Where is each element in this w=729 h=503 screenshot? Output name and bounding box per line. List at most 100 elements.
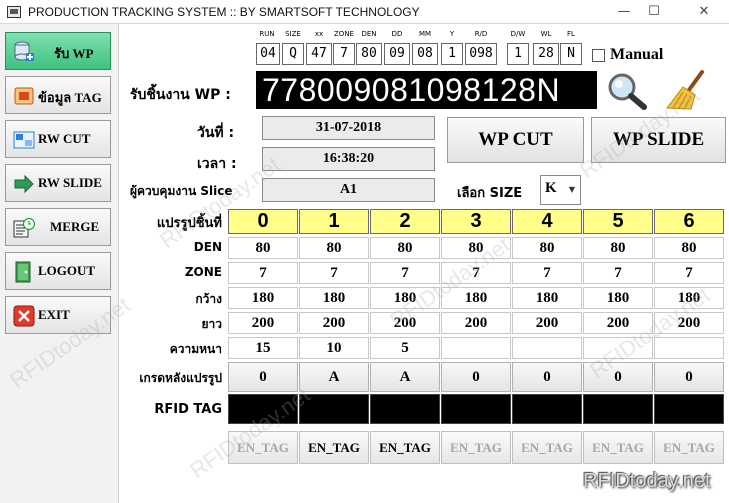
grid-cell[interactable]: 80 xyxy=(370,237,440,259)
grade-button[interactable]: A xyxy=(370,362,440,392)
code-field-mm[interactable]: 08 xyxy=(412,43,438,65)
search-button[interactable] xyxy=(602,70,650,110)
grade-button[interactable]: 0 xyxy=(512,362,582,392)
grid-cell[interactable]: 80 xyxy=(441,237,511,259)
code-field-run[interactable]: 04 xyxy=(256,43,280,65)
grid-cell[interactable]: 180 xyxy=(370,287,440,309)
code-field-den[interactable]: 80 xyxy=(356,43,382,65)
sidebar-item-label: LOGOUT xyxy=(38,263,96,278)
code-header-size: SIZE xyxy=(285,30,301,38)
grid-cell[interactable]: 15 xyxy=(228,337,298,359)
grid-cell[interactable] xyxy=(512,337,582,359)
grid-cell[interactable]: 200 xyxy=(654,312,724,334)
minimize-button[interactable]: — xyxy=(610,2,638,22)
column-header: 1 xyxy=(299,209,369,234)
supervisor-label: ผู้ควบคุมงาน Slice xyxy=(130,184,233,198)
maximize-button[interactable]: ☐ xyxy=(640,2,668,22)
grade-button[interactable]: 0 xyxy=(654,362,724,392)
grid-cell[interactable]: 7 xyxy=(299,262,369,284)
grid-cell[interactable]: 7 xyxy=(370,262,440,284)
grid-cell[interactable]: 180 xyxy=(228,287,298,309)
manual-checkbox[interactable] xyxy=(592,49,605,62)
grid-cell[interactable]: 5 xyxy=(370,337,440,359)
grid-cell[interactable]: 200 xyxy=(441,312,511,334)
rfid-tag-field xyxy=(299,394,369,424)
sidebar-item-exit[interactable]: EXIT xyxy=(5,296,111,334)
size-select-label: เลือก SIZE xyxy=(457,186,523,201)
row-label-thickness: ความหนา xyxy=(169,342,222,356)
date-field: 31-07-2018 xyxy=(262,116,435,140)
grade-button[interactable]: 0 xyxy=(583,362,653,392)
piece-number-label: แปรรูปชิ้นที่ xyxy=(156,216,222,231)
sidebar-item-logout[interactable]: LOGOUT xyxy=(5,252,111,290)
code-header-wl: WL xyxy=(540,30,552,38)
logout-door-icon xyxy=(15,261,31,283)
grade-button[interactable]: A xyxy=(299,362,369,392)
grid-cell[interactable]: 180 xyxy=(512,287,582,309)
code-header-mm: MM xyxy=(418,30,432,38)
row-label-zone: ZONE xyxy=(184,265,222,279)
wp-code-display[interactable]: 778009081098128N xyxy=(256,71,597,109)
grid-cell[interactable]: 200 xyxy=(228,312,298,334)
code-field-xx[interactable]: 47 xyxy=(306,43,332,65)
grid-cell[interactable]: 200 xyxy=(512,312,582,334)
column-header: 3 xyxy=(441,209,511,234)
code-field-wl[interactable]: 28 xyxy=(533,43,559,65)
en-tag-button[interactable]: EN_TAG xyxy=(512,431,582,464)
grid-cell[interactable] xyxy=(441,337,511,359)
code-header-dw: D/W xyxy=(510,30,526,38)
sidebar-item-rw-slide[interactable]: RW SLIDE xyxy=(5,164,111,202)
grid-cell[interactable]: 80 xyxy=(654,237,724,259)
grid-cell[interactable]: 200 xyxy=(583,312,653,334)
code-field-dd[interactable]: 09 xyxy=(384,43,410,65)
grid-cell[interactable]: 80 xyxy=(299,237,369,259)
en-tag-button[interactable]: EN_TAG xyxy=(228,431,298,464)
code-field-rd[interactable]: 098 xyxy=(465,43,497,65)
grid-cell[interactable]: 200 xyxy=(370,312,440,334)
grid-cell[interactable]: 7 xyxy=(654,262,724,284)
sidebar-item-rw-cut[interactable]: RW CUT xyxy=(5,120,111,158)
grid-cell[interactable]: 7 xyxy=(441,262,511,284)
en-tag-button[interactable]: EN_TAG xyxy=(583,431,653,464)
grid-cell[interactable]: 80 xyxy=(512,237,582,259)
code-field-dw[interactable]: 1 xyxy=(507,43,529,65)
column-header: 0 xyxy=(228,209,298,234)
sidebar-item-receive-wp[interactable]: รับ WP xyxy=(5,32,111,70)
grid-cell[interactable]: 180 xyxy=(441,287,511,309)
grid-cell[interactable]: 7 xyxy=(512,262,582,284)
en-tag-button[interactable]: EN_TAG xyxy=(370,431,440,464)
code-field-zone[interactable]: 7 xyxy=(333,43,355,65)
grid-cell[interactable]: 7 xyxy=(228,262,298,284)
code-header-xx: xx xyxy=(314,30,324,38)
sidebar-item-merge[interactable]: MERGE xyxy=(5,208,111,246)
size-select-value: K xyxy=(545,180,557,196)
grid-cell[interactable]: 180 xyxy=(654,287,724,309)
grid-cell[interactable]: 180 xyxy=(583,287,653,309)
grid-cell[interactable]: 10 xyxy=(299,337,369,359)
broom-icon xyxy=(666,70,704,110)
wp-cut-button[interactable]: WP CUT xyxy=(447,117,584,163)
grade-button[interactable]: 0 xyxy=(441,362,511,392)
grid-cell[interactable]: 180 xyxy=(299,287,369,309)
exit-icon xyxy=(13,305,35,327)
magnifier-icon xyxy=(608,73,647,110)
sidebar-item-tag-info[interactable]: ข้อมูล TAG xyxy=(5,76,111,114)
grid-cell[interactable]: 200 xyxy=(299,312,369,334)
size-select[interactable]: K ▼ xyxy=(540,175,581,205)
en-tag-button[interactable]: EN_TAG xyxy=(654,431,724,464)
grade-button[interactable]: 0 xyxy=(228,362,298,392)
close-button[interactable]: ✕ xyxy=(690,2,718,22)
grid-cell[interactable]: 80 xyxy=(583,237,653,259)
code-field-fl[interactable]: N xyxy=(560,43,582,65)
en-tag-button[interactable]: EN_TAG xyxy=(441,431,511,464)
grid-cell[interactable] xyxy=(654,337,724,359)
grid-cell[interactable]: 80 xyxy=(228,237,298,259)
code-field-size[interactable]: Q xyxy=(282,43,304,65)
grid-cell[interactable]: 7 xyxy=(583,262,653,284)
manual-label: Manual xyxy=(610,46,664,63)
code-field-y[interactable]: 1 xyxy=(441,43,463,65)
wp-slide-button[interactable]: WP SLIDE xyxy=(591,117,726,163)
en-tag-button[interactable]: EN_TAG xyxy=(299,431,369,464)
grid-cell[interactable] xyxy=(583,337,653,359)
clear-button[interactable] xyxy=(657,70,719,110)
